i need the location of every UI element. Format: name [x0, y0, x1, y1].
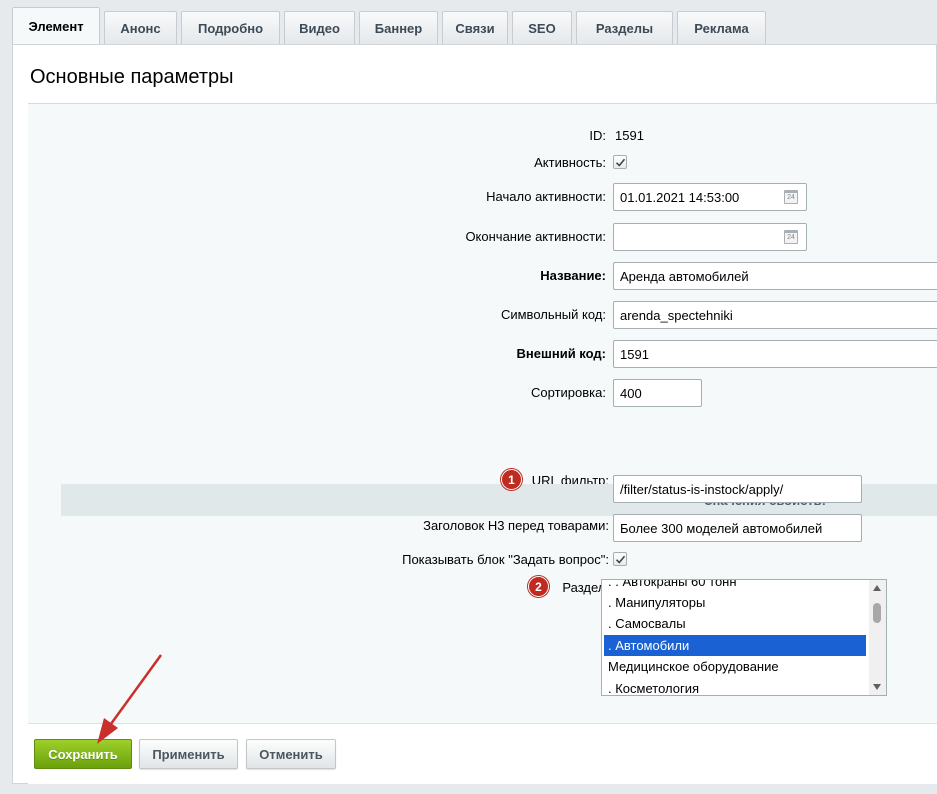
active-checkbox[interactable]	[613, 155, 627, 169]
check-icon	[615, 555, 626, 564]
name-value: Аренда автомобилей	[620, 268, 749, 284]
h3-title-value: Более 300 моделей автомобилей	[620, 520, 823, 536]
list-item-selected[interactable]: . Автомобили	[604, 635, 866, 656]
section-listbox[interactable]: . . Автокраны 60 тонн . Манипуляторы . С…	[601, 579, 887, 696]
active-to-input[interactable]: 24	[613, 223, 807, 251]
scroll-up-icon[interactable]	[873, 585, 881, 591]
edit-panel: Основные параметры ID: Активность: Начал…	[12, 44, 937, 784]
list-item[interactable]: . . Автокраны 60 тонн	[604, 580, 866, 592]
tab-banner[interactable]: Баннер	[359, 11, 438, 45]
name-input[interactable]: Аренда автомобилей	[613, 262, 937, 290]
h3-title-input[interactable]: Более 300 моделей автомобилей	[613, 514, 862, 542]
active-label: Активность:	[534, 155, 606, 170]
active-from-value: 01.01.2021 14:53:00	[620, 189, 740, 205]
code-value: arenda_spectehniki	[620, 307, 733, 323]
annotation-badge: 1	[501, 469, 522, 490]
list-item[interactable]: Медицинское оборудование	[604, 656, 866, 677]
active-from-label: Начало активности:	[486, 189, 606, 204]
label-column: ID: Активность: Начало активности: Оконч…	[28, 104, 609, 723]
calendar-icon[interactable]: 24	[784, 230, 798, 244]
id-label: ID:	[589, 128, 606, 143]
form-footer: Сохранить Применить Отменить	[28, 723, 937, 784]
active-to-label: Окончание активности:	[465, 229, 606, 244]
calendar-icon[interactable]: 24	[784, 190, 798, 204]
code-label: Символьный код:	[500, 307, 606, 322]
scrollbar-thumb[interactable]	[873, 603, 881, 623]
list-item[interactable]: . Самосвалы	[604, 613, 866, 634]
sort-label: Сортировка:	[531, 385, 606, 400]
check-icon	[615, 158, 626, 167]
tab-details[interactable]: Подробно	[181, 11, 280, 45]
tab-element[interactable]: Элемент	[12, 7, 100, 45]
save-button[interactable]: Сохранить	[34, 739, 132, 769]
apply-button[interactable]: Применить	[139, 739, 238, 769]
xml-id-value: 1591	[620, 346, 649, 362]
name-label: Название:	[540, 268, 606, 283]
tab-sections[interactable]: Разделы	[576, 11, 673, 45]
xml-id-label: Внешний код:	[516, 346, 606, 361]
page-title: Основные параметры	[30, 66, 234, 88]
sort-value: 400	[620, 385, 642, 401]
code-input[interactable]: arenda_spectehniki	[613, 301, 937, 329]
active-from-input[interactable]: 01.01.2021 14:53:00 24	[613, 183, 807, 211]
h3-title-label: Заголовок H3 перед товарами:	[423, 518, 609, 533]
annotation-badge: 2	[528, 576, 549, 597]
show-question-checkbox[interactable]	[613, 552, 627, 566]
url-filter-value: /filter/status-is-instock/apply/	[620, 481, 784, 497]
show-question-label: Показывать блок "Задать вопрос":	[402, 552, 609, 567]
url-filter-input[interactable]: /filter/status-is-instock/apply/	[613, 475, 862, 503]
tab-links[interactable]: Связи	[442, 11, 508, 45]
tab-video[interactable]: Видео	[284, 11, 355, 45]
tab-bar: Элемент Анонс Подробно Видео Баннер Связ…	[12, 7, 770, 45]
id-value: 1591	[615, 128, 644, 143]
cancel-button[interactable]: Отменить	[246, 739, 336, 769]
scroll-down-icon[interactable]	[873, 684, 881, 690]
listbox-scrollbar[interactable]	[869, 580, 886, 695]
tab-announce[interactable]: Анонс	[104, 11, 177, 45]
xml-id-input[interactable]: 1591	[613, 340, 937, 368]
sort-input[interactable]: 400	[613, 379, 702, 407]
list-item[interactable]: . Манипуляторы	[604, 592, 866, 613]
tab-ads[interactable]: Реклама	[677, 11, 766, 45]
list-item[interactable]: . Косметология	[604, 678, 866, 695]
tab-seo[interactable]: SEO	[512, 11, 572, 45]
